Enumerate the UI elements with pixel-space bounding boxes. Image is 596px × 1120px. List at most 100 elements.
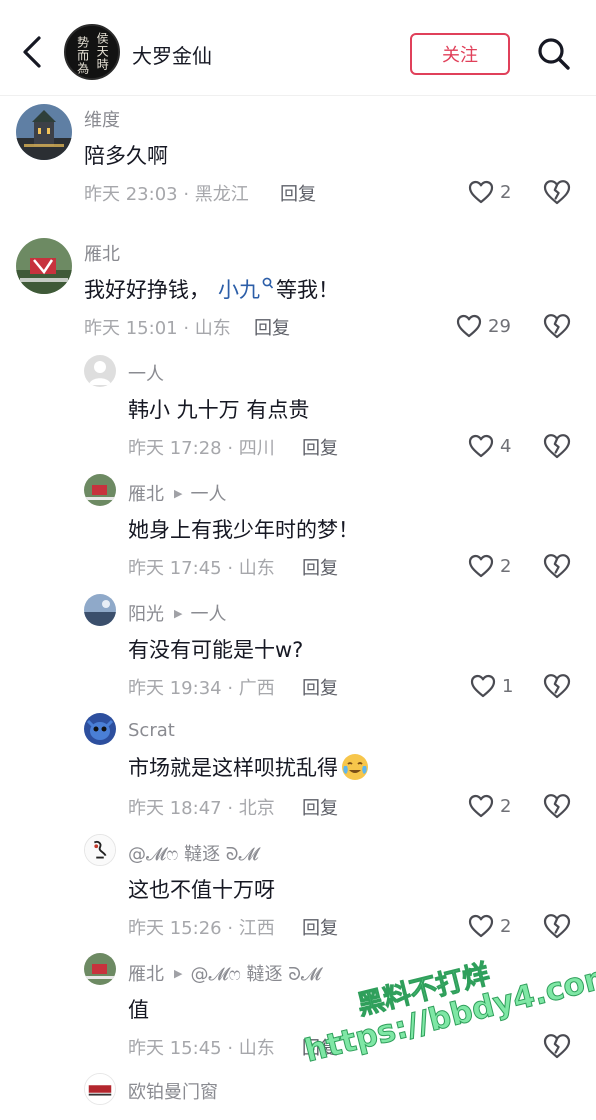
comment-text: 陪多久啊 (84, 144, 168, 168)
reply-button[interactable]: 回复 (280, 180, 316, 206)
dislike-button[interactable] (542, 311, 572, 341)
svg-text:時: 時 (97, 58, 109, 72)
replier-avatar[interactable] (84, 713, 116, 745)
sports-avatar-image (84, 953, 116, 985)
replier-avatar[interactable] (84, 594, 116, 626)
replier-avatar[interactable] (84, 834, 116, 866)
comment-meta: 昨天 15:01 · 山东 (84, 318, 231, 339)
replier-name: 雁北 ▶ @𝓜ෆ 韃逐 ᘐ𝓜 (128, 960, 321, 986)
replier-name[interactable]: @𝓜ෆ 韃逐 ᘐ𝓜 (128, 840, 259, 866)
heart-icon (468, 913, 494, 939)
like-button[interactable]: 4 (468, 431, 511, 461)
replier-username[interactable]: 雁北 (128, 480, 164, 506)
replier-username[interactable]: 雁北 (128, 960, 164, 986)
heart-icon (456, 313, 482, 339)
like-button[interactable]: 2 (468, 177, 511, 207)
default-user-icon (84, 355, 116, 387)
heart-icon (468, 553, 494, 579)
reply-meta: 昨天 15:45 · 山东 (128, 1038, 275, 1059)
dislike-button[interactable] (542, 177, 572, 207)
sports-avatar-image (84, 474, 116, 506)
like-button[interactable]: 2 (468, 551, 511, 581)
search-button[interactable] (534, 34, 574, 74)
replier-name: 雁北 ▶ 一人 (128, 480, 226, 506)
commenter-avatar[interactable] (16, 104, 72, 160)
replier-avatar[interactable] (84, 1073, 116, 1105)
reply-to-arrow-icon: ▶ (174, 606, 183, 620)
comment-text-part: 我好好挣钱， (84, 278, 210, 302)
like-count: 2 (500, 181, 512, 203)
commenter-name[interactable]: 维度 (84, 106, 120, 132)
reply-meta: 昨天 17:28 · 四川 (128, 438, 275, 459)
follow-button[interactable]: 关注 (410, 33, 510, 75)
broken-heart-icon (542, 1031, 572, 1061)
account-avatar[interactable]: 侯 天 時 势 而 為 (64, 24, 120, 80)
replier-name[interactable]: 一人 (128, 360, 164, 386)
reply-text: 韩小 九十万 有点贵 (128, 398, 310, 422)
comment-meta: 昨天 23:03 · 黑龙江 (84, 184, 249, 205)
watermark-overlay: 黑料不打烊 https://bbdy4.com (290, 920, 596, 1087)
like-count: 2 (500, 795, 512, 817)
reply-button[interactable]: 回复 (302, 794, 338, 820)
like-count: 29 (488, 315, 511, 337)
like-button[interactable]: 29 (456, 311, 511, 341)
reply-button[interactable]: 回复 (302, 434, 338, 460)
replier-avatar[interactable] (84, 355, 116, 387)
mention-link[interactable]: 小九 (218, 274, 260, 304)
like-count: 2 (500, 555, 512, 577)
replier-name[interactable]: 欧铂曼门窗 (128, 1078, 218, 1104)
heart-icon (468, 179, 494, 205)
replier-avatar[interactable] (84, 953, 116, 985)
broken-heart-icon (542, 431, 572, 461)
dislike-button[interactable] (542, 791, 572, 821)
reply-text: 有没有可能是十w? (128, 638, 304, 662)
reply-button[interactable]: 回复 (254, 314, 290, 340)
account-name[interactable]: 大罗金仙 (132, 40, 212, 69)
sports-avatar-image (16, 238, 72, 294)
reply-to-username[interactable]: 一人 (190, 600, 226, 626)
comment-text: 我好好挣钱， 小九 等我！ (84, 274, 339, 304)
dislike-button[interactable] (542, 551, 572, 581)
heart-icon (468, 433, 494, 459)
replier-name[interactable]: Scrat (128, 720, 175, 741)
reply-button[interactable]: 回复 (302, 914, 338, 940)
like-button[interactable]: 1 (470, 671, 513, 701)
svg-text:天: 天 (97, 45, 109, 59)
commenter-avatar[interactable] (16, 238, 72, 294)
heart-icon (470, 673, 496, 699)
back-button[interactable] (14, 32, 50, 72)
broken-heart-icon (542, 911, 572, 941)
commenter-name[interactable]: 雁北 (84, 240, 120, 266)
reply-button[interactable]: 回复 (302, 674, 338, 700)
broken-heart-icon (542, 551, 572, 581)
sky-avatar-image (84, 594, 116, 626)
like-button[interactable]: 2 (468, 791, 511, 821)
replier-username[interactable]: 阳光 (128, 600, 164, 626)
broken-heart-icon (542, 671, 572, 701)
replier-name: 阳光 ▶ 一人 (128, 600, 226, 626)
comment-text-part: 等我！ (276, 278, 339, 302)
like-button[interactable]: 2 (468, 911, 511, 941)
reply-meta: 昨天 18:47 · 北京 (128, 798, 275, 819)
like-count: 4 (500, 435, 512, 457)
dislike-button[interactable] (542, 431, 572, 461)
reply-to-arrow-icon: ▶ (174, 486, 183, 500)
reply-text: 她身上有我少年时的梦！ (128, 518, 359, 542)
like-count: 1 (502, 675, 514, 697)
calligraphy-avatar-image: 侯 天 時 势 而 為 (66, 26, 118, 78)
broken-heart-icon (542, 791, 572, 821)
dislike-button[interactable] (542, 1031, 572, 1061)
reply-to-username[interactable]: @𝓜ෆ 韃逐 ᘐ𝓜 (190, 960, 321, 986)
search-mini-icon[interactable] (262, 277, 274, 291)
reply-button[interactable]: 回复 (302, 1034, 338, 1060)
broken-heart-icon (542, 311, 572, 341)
dislike-button[interactable] (542, 671, 572, 701)
reply-meta: 昨天 17:45 · 山东 (128, 558, 275, 579)
svg-text:侯: 侯 (97, 32, 109, 46)
dislike-button[interactable] (542, 911, 572, 941)
heart-icon (468, 793, 494, 819)
replier-avatar[interactable] (84, 474, 116, 506)
svg-text:势: 势 (77, 35, 89, 49)
reply-button[interactable]: 回复 (302, 554, 338, 580)
reply-to-username[interactable]: 一人 (190, 480, 226, 506)
